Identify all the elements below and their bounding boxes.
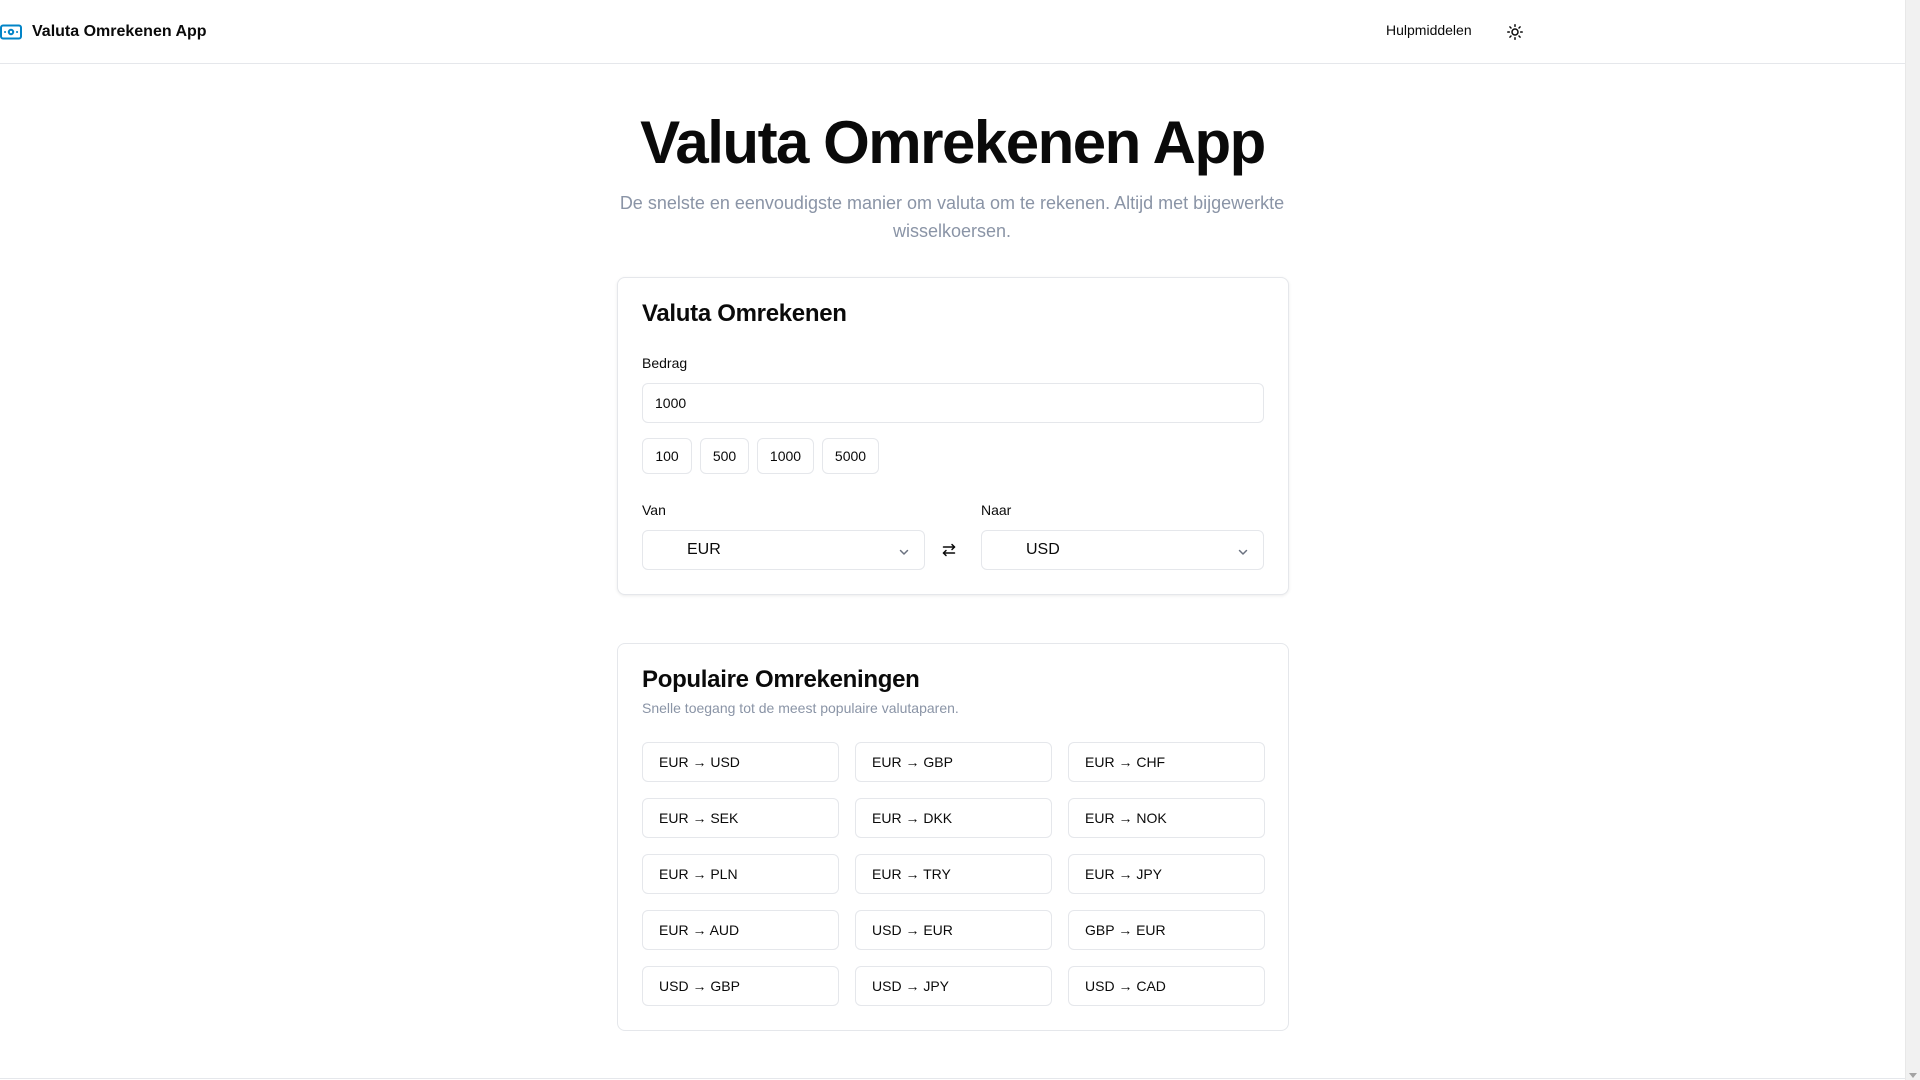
footer-divider: [0, 1078, 1905, 1079]
pair-button[interactable]: EUR → DKK: [855, 798, 1052, 838]
popular-description: Snelle toegang tot de meest populaire va…: [642, 700, 959, 716]
pair-button[interactable]: EUR → SEK: [642, 798, 839, 838]
top-navbar: Valuta Omrekenen App Hulpmiddelen: [0, 0, 1905, 64]
pair-button[interactable]: EUR → TRY: [855, 854, 1052, 894]
pair-button[interactable]: EUR → NOK: [1068, 798, 1265, 838]
pair-button[interactable]: EUR → AUD: [642, 910, 839, 950]
to-currency-value: USD: [1026, 541, 1060, 558]
chevron-down-icon: [1237, 545, 1249, 557]
quick-amount-button[interactable]: 5000: [822, 438, 879, 474]
pair-button[interactable]: EUR → PLN: [642, 854, 839, 894]
pair-button[interactable]: USD → GBP: [642, 966, 839, 1006]
chevron-down-icon: [898, 545, 910, 557]
popular-title: Populaire Omrekeningen: [642, 666, 920, 693]
from-currency-select[interactable]: EUR: [642, 530, 925, 570]
pair-button[interactable]: EUR → GBP: [855, 742, 1052, 782]
nav-link-tools[interactable]: Hulpmiddelen: [1386, 22, 1472, 38]
amount-label: Bedrag: [642, 355, 688, 371]
quick-amount-button[interactable]: 500: [700, 438, 749, 474]
pair-button[interactable]: GBP → EUR: [1068, 910, 1265, 950]
page-subtitle: De snelste en eenvoudigste manier om val…: [619, 193, 1285, 241]
to-currency-select[interactable]: USD: [981, 530, 1264, 570]
page-title: Valuta Omrekenen App: [640, 109, 1266, 176]
swap-arrows-icon[interactable]: [937, 538, 961, 562]
from-label: Van: [642, 502, 666, 518]
quick-amount-button[interactable]: 1000: [757, 438, 814, 474]
banknote-icon: [0, 20, 22, 44]
pair-button[interactable]: USD → EUR: [855, 910, 1052, 950]
vertical-scrollbar[interactable]: [1905, 0, 1920, 1080]
amount-input[interactable]: [642, 383, 1264, 423]
quick-amount-button[interactable]: 100: [642, 438, 692, 474]
quick-amounts: 100 500 1000 5000: [642, 438, 879, 474]
popular-conversions-card: Populaire Omrekeningen Snelle toegang to…: [617, 643, 1289, 1031]
sun-icon[interactable]: [1505, 22, 1525, 42]
pair-button[interactable]: EUR → JPY: [1068, 854, 1265, 894]
converter-card: Valuta Omrekenen Bedrag 100 500 1000 500…: [617, 277, 1289, 595]
app-title: Valuta Omrekenen App: [32, 23, 207, 40]
converter-title: Valuta Omrekenen: [642, 300, 847, 327]
pair-grid: EUR → USD EUR → GBP EUR → CHF EUR → SEK …: [642, 742, 1265, 1006]
pair-button[interactable]: USD → CAD: [1068, 966, 1265, 1006]
pair-button[interactable]: USD → JPY: [855, 966, 1052, 1006]
from-currency-value: EUR: [687, 541, 721, 558]
pair-button[interactable]: EUR → CHF: [1068, 742, 1265, 782]
scroll-down-arrow-icon[interactable]: [1909, 1073, 1917, 1078]
scrollbar-thumb[interactable]: [1909, 0, 1918, 1010]
pair-button[interactable]: EUR → USD: [642, 742, 839, 782]
brand[interactable]: Valuta Omrekenen App: [0, 20, 207, 44]
to-label: Naar: [981, 502, 1012, 518]
